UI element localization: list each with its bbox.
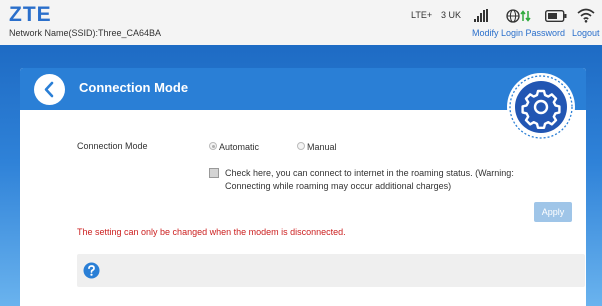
disconnect-warning: The setting can only be changed when the…: [77, 227, 346, 237]
panel-header: Connection Mode: [20, 68, 586, 110]
roaming-checkbox[interactable]: [209, 168, 219, 178]
manual-radio-label[interactable]: Manual: [307, 142, 337, 152]
ssid-text: Network Name(SSID):Three_CA64BA: [9, 28, 162, 38]
roaming-text: Check here, you can connect to internet …: [225, 168, 514, 191]
zte-logo: ZTE: [9, 3, 52, 26]
manual-radio[interactable]: [297, 142, 305, 150]
carrier-name: 3 UK: [441, 10, 462, 20]
automatic-radio-label[interactable]: Automatic: [219, 142, 259, 152]
network-type: LTE+: [411, 10, 433, 20]
back-button[interactable]: [34, 74, 65, 105]
globe-icon: [506, 9, 531, 23]
signal-icon: [474, 9, 488, 22]
wifi-icon: [577, 8, 595, 23]
logout-link[interactable]: Logout: [572, 28, 600, 38]
modify-login-password-link[interactable]: Modify Login Password: [472, 28, 565, 38]
gear-icon: [509, 75, 573, 139]
settings-badge: [507, 73, 575, 141]
connection-mode-label: Connection Mode: [77, 141, 148, 151]
help-icon[interactable]: [83, 262, 100, 279]
automatic-radio[interactable]: [209, 142, 217, 150]
help-box: [77, 254, 585, 287]
battery-icon: [545, 10, 567, 22]
page-title: Connection Mode: [79, 80, 189, 95]
apply-button[interactable]: Apply: [534, 202, 572, 222]
connection-mode-panel: Connection Mode Connection Mode Automati…: [20, 68, 586, 306]
top-bar: ZTE Network Name(SSID):Three_CA64BA LTE+…: [0, 0, 602, 45]
back-arrow-icon: [44, 81, 54, 98]
